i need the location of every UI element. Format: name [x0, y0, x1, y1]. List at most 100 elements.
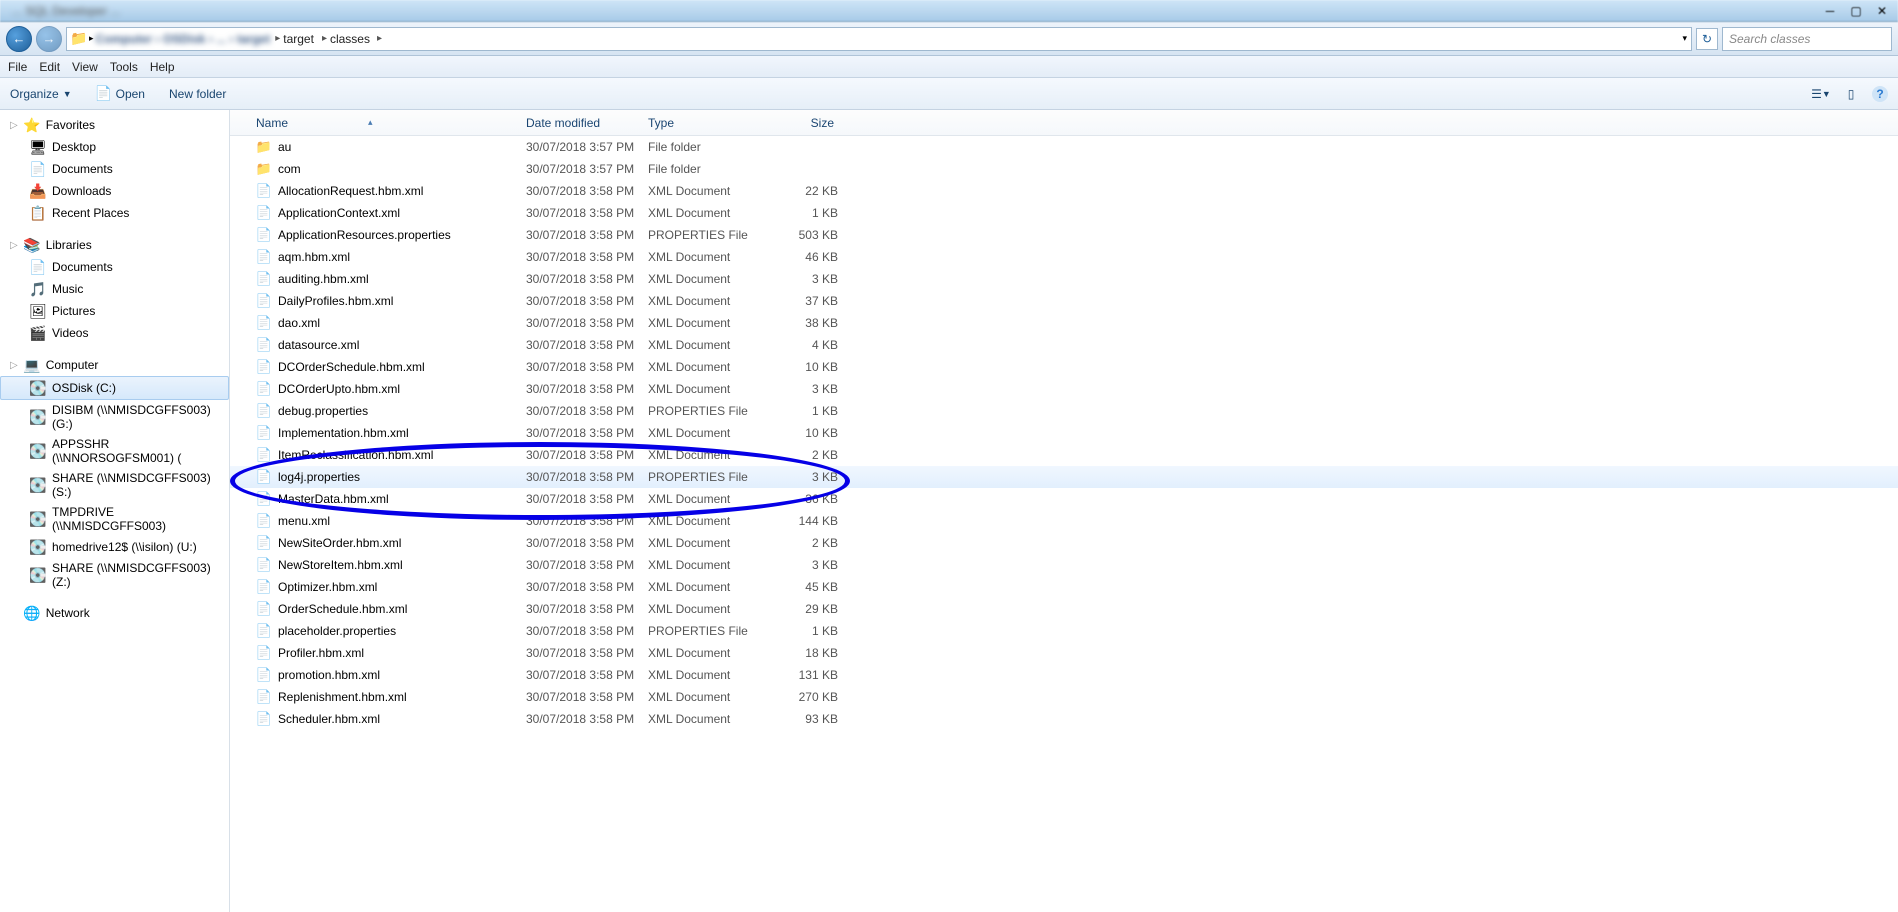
menu-file[interactable]: File [8, 60, 27, 74]
crumb-classes[interactable]: ▸classes▸ [319, 32, 385, 46]
music-icon: 🎵 [30, 281, 46, 297]
open-button[interactable]: 📄 Open [96, 86, 145, 102]
sidebar-item-documents[interactable]: 📄Documents [0, 158, 229, 180]
file-type-icon: 📄 [256, 491, 272, 507]
file-size: 18 KB [766, 646, 842, 660]
pictures-icon: 🖼 [30, 303, 46, 319]
favorites-header[interactable]: ▷ ⭐ Favorites [0, 114, 229, 136]
file-row[interactable]: 📄NewStoreItem.hbm.xml30/07/2018 3:58 PMX… [230, 554, 1898, 576]
sidebar-item-music[interactable]: 🎵Music [0, 278, 229, 300]
column-date[interactable]: Date modified [518, 116, 640, 130]
menu-help[interactable]: Help [150, 60, 175, 74]
file-list: Name▴ Date modified Type Size 📁au30/07/2… [230, 110, 1898, 912]
file-row[interactable]: 📄OrderSchedule.hbm.xml30/07/2018 3:58 PM… [230, 598, 1898, 620]
sidebar-item-homedrive[interactable]: 💽homedrive12$ (\\isilon) (U:) [0, 536, 229, 558]
crumb-target[interactable]: ▸target [272, 32, 317, 46]
file-row[interactable]: 📄ApplicationResources.properties30/07/20… [230, 224, 1898, 246]
file-type: XML Document [640, 206, 766, 220]
file-row[interactable]: 📄MasterData.hbm.xml30/07/2018 3:58 PMXML… [230, 488, 1898, 510]
preview-pane-button[interactable]: ▯ [1842, 85, 1860, 103]
file-row[interactable]: 📄Profiler.hbm.xml30/07/2018 3:58 PMXML D… [230, 642, 1898, 664]
network-header[interactable]: ▷ 🌐 Network [0, 602, 229, 624]
file-row[interactable]: 📁com30/07/2018 3:57 PMFile folder [230, 158, 1898, 180]
sidebar-item-videos[interactable]: 🎬Videos [0, 322, 229, 344]
file-type-icon: 📄 [256, 645, 272, 661]
file-row[interactable]: 📄log4j.properties30/07/2018 3:58 PMPROPE… [230, 466, 1898, 488]
view-options-button[interactable]: ☰ ▼ [1812, 85, 1830, 103]
forward-button[interactable]: → [36, 26, 62, 52]
organize-button[interactable]: Organize▼ [10, 87, 72, 101]
file-row[interactable]: 📄Optimizer.hbm.xml30/07/2018 3:58 PMXML … [230, 576, 1898, 598]
file-date: 30/07/2018 3:58 PM [518, 250, 640, 264]
sidebar-item-downloads[interactable]: 📥Downloads [0, 180, 229, 202]
sidebar-item-osdisk[interactable]: 💽OSDisk (C:) [0, 376, 229, 400]
sidebar-item-pictures[interactable]: 🖼Pictures [0, 300, 229, 322]
file-row[interactable]: 📄Replenishment.hbm.xml30/07/2018 3:58 PM… [230, 686, 1898, 708]
sidebar-item-tmpdrive[interactable]: 💽TMPDRIVE (\\NMISDCGFFS003) [0, 502, 229, 536]
file-row[interactable]: 📁au30/07/2018 3:57 PMFile folder [230, 136, 1898, 158]
file-row[interactable]: 📄Implementation.hbm.xml30/07/2018 3:58 P… [230, 422, 1898, 444]
sidebar-item-disibm[interactable]: 💽DISIBM (\\NMISDCGFFS003) (G:) [0, 400, 229, 434]
file-row[interactable]: 📄datasource.xml30/07/2018 3:58 PMXML Doc… [230, 334, 1898, 356]
minimize-button[interactable]: ─ [1818, 3, 1842, 19]
file-row[interactable]: 📄aqm.hbm.xml30/07/2018 3:58 PMXML Docume… [230, 246, 1898, 268]
file-type-icon: 📄 [256, 689, 272, 705]
file-type-icon: 📄 [256, 271, 272, 287]
breadcrumb[interactable]: 📁 ▸ Computer › OSDisk › ... › target ▸ta… [66, 27, 1692, 51]
back-button[interactable]: ← [6, 26, 32, 52]
close-button[interactable]: ✕ [1870, 3, 1894, 19]
column-name[interactable]: Name▴ [248, 116, 518, 130]
file-type: XML Document [640, 360, 766, 374]
file-row[interactable]: 📄auditing.hbm.xml30/07/2018 3:58 PMXML D… [230, 268, 1898, 290]
title-text: ... SQL Developer ... [4, 4, 1816, 18]
new-folder-button[interactable]: New folder [169, 87, 226, 101]
menu-view[interactable]: View [72, 60, 98, 74]
breadcrumb-dropdown[interactable]: ▾ [1682, 33, 1687, 44]
file-type: XML Document [640, 690, 766, 704]
file-type: PROPERTIES File [640, 228, 766, 242]
sidebar-item-share-s[interactable]: 💽SHARE (\\NMISDCGFFS003) (S:) [0, 468, 229, 502]
file-row[interactable]: 📄AllocationRequest.hbm.xml30/07/2018 3:5… [230, 180, 1898, 202]
file-name: DailyProfiles.hbm.xml [278, 294, 393, 308]
file-row[interactable]: 📄ApplicationContext.xml30/07/2018 3:58 P… [230, 202, 1898, 224]
sidebar-item-share-z[interactable]: 💽SHARE (\\NMISDCGFFS003) (Z:) [0, 558, 229, 592]
file-row[interactable]: 📄DCOrderUpto.hbm.xml30/07/2018 3:58 PMXM… [230, 378, 1898, 400]
libraries-header[interactable]: ▷ 📚 Libraries [0, 234, 229, 256]
file-size: 3 KB [766, 382, 842, 396]
file-row[interactable]: 📄promotion.hbm.xml30/07/2018 3:58 PMXML … [230, 664, 1898, 686]
file-type: PROPERTIES File [640, 404, 766, 418]
column-type[interactable]: Type [640, 116, 766, 130]
file-date: 30/07/2018 3:58 PM [518, 360, 640, 374]
file-size: 270 KB [766, 690, 842, 704]
file-row[interactable]: 📄DCOrderSchedule.hbm.xml30/07/2018 3:58 … [230, 356, 1898, 378]
search-input[interactable]: Search classes [1722, 27, 1892, 51]
help-button[interactable]: ? [1872, 86, 1888, 102]
breadcrumb-blurred: Computer › OSDisk › ... › target [96, 32, 271, 46]
column-size[interactable]: Size [766, 116, 842, 130]
file-name: AllocationRequest.hbm.xml [278, 184, 423, 198]
sidebar-item-lib-documents[interactable]: 📄Documents [0, 256, 229, 278]
file-row[interactable]: 📄ItemReclassification.hbm.xml30/07/2018 … [230, 444, 1898, 466]
file-row[interactable]: 📄debug.properties30/07/2018 3:58 PMPROPE… [230, 400, 1898, 422]
file-row[interactable]: 📄NewSiteOrder.hbm.xml30/07/2018 3:58 PMX… [230, 532, 1898, 554]
file-size: 1 KB [766, 404, 842, 418]
sidebar-item-recent[interactable]: 📋Recent Places [0, 202, 229, 224]
computer-header[interactable]: ▷ 💻 Computer [0, 354, 229, 376]
sidebar-item-appsshr[interactable]: 💽APPSSHR (\\NNORSOGFSM001) ( [0, 434, 229, 468]
file-name: Implementation.hbm.xml [278, 426, 409, 440]
toolbar: Organize▼ 📄 Open New folder ☰ ▼ ▯ ? [0, 78, 1898, 110]
file-row[interactable]: 📄dao.xml30/07/2018 3:58 PMXML Document38… [230, 312, 1898, 334]
file-row[interactable]: 📄DailyProfiles.hbm.xml30/07/2018 3:58 PM… [230, 290, 1898, 312]
file-row[interactable]: 📄menu.xml30/07/2018 3:58 PMXML Document1… [230, 510, 1898, 532]
refresh-button[interactable]: ↻ [1696, 28, 1718, 50]
file-date: 30/07/2018 3:57 PM [518, 162, 640, 176]
file-row[interactable]: 📄placeholder.properties30/07/2018 3:58 P… [230, 620, 1898, 642]
sidebar-item-desktop[interactable]: 🖥Desktop [0, 136, 229, 158]
file-date: 30/07/2018 3:57 PM [518, 140, 640, 154]
file-size: 3 KB [766, 558, 842, 572]
maximize-button[interactable]: ▢ [1844, 3, 1868, 19]
menu-tools[interactable]: Tools [110, 60, 138, 74]
file-type: XML Document [640, 514, 766, 528]
menu-edit[interactable]: Edit [39, 60, 60, 74]
file-row[interactable]: 📄Scheduler.hbm.xml30/07/2018 3:58 PMXML … [230, 708, 1898, 730]
